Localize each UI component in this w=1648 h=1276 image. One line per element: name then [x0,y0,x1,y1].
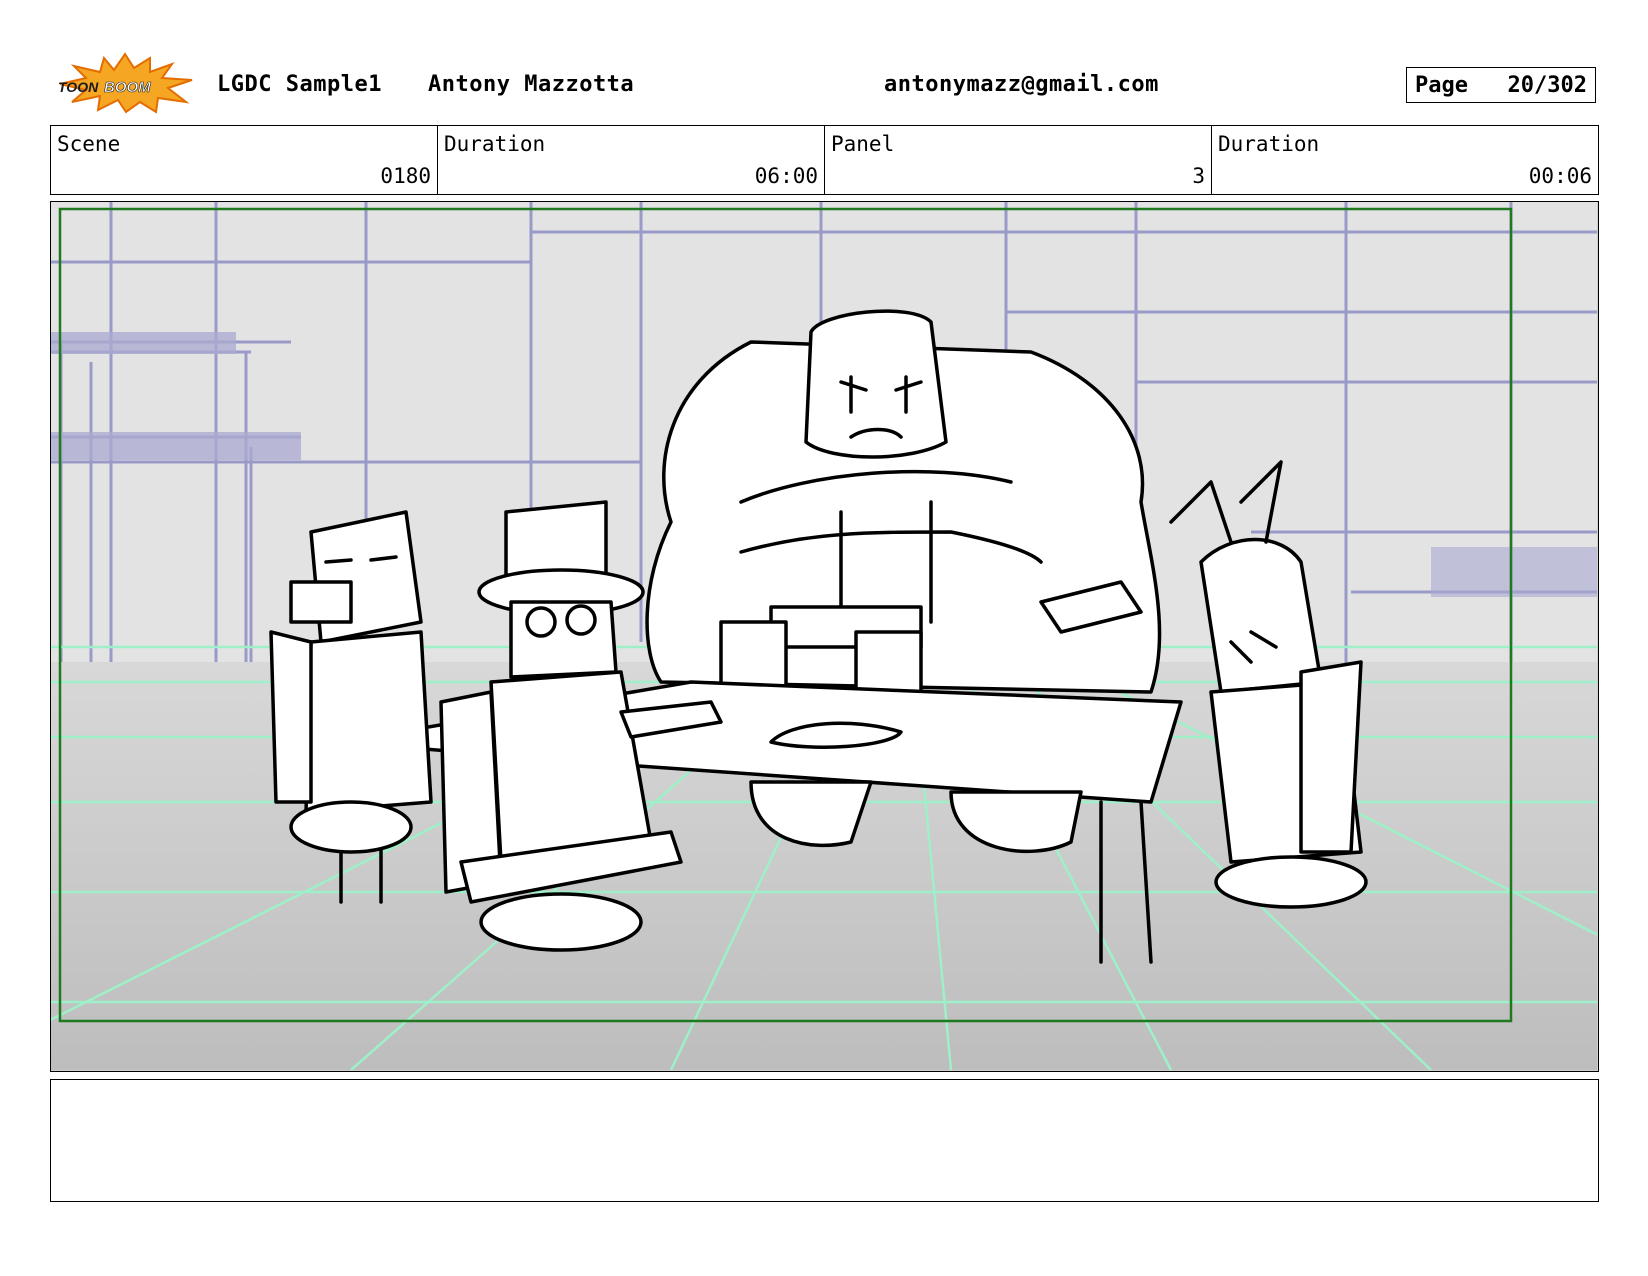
svg-text:TOON: TOON [58,79,99,95]
scene-cell: Scene 0180 [51,126,438,194]
panel-label: Panel [831,132,895,156]
scene-duration-value: 06:00 [754,164,818,188]
panel-duration-value: 00:06 [1528,164,1592,188]
panel-notes-box [50,1079,1599,1202]
panel-duration-label: Duration [1218,132,1320,156]
panel-duration-cell: Duration 00:06 [1212,126,1598,194]
scene-duration-label: Duration [444,132,546,156]
panel-cell: Panel 3 [825,126,1212,194]
scene-duration-cell: Duration 06:00 [438,126,825,194]
svg-text:BOOM: BOOM [104,79,151,96]
page-indicator: Page 20/302 [1406,67,1596,103]
storyboard-panel [50,201,1599,1072]
page-number: 20/302 [1507,72,1587,98]
panel-drawing [51,202,1597,1070]
scene-label: Scene [57,132,121,156]
author-name: Antony Mazzotta [428,72,635,97]
scene-info-table: Scene 0180 Duration 06:00 Panel 3 Durati… [50,125,1599,195]
panel-value: 3 [1192,164,1205,188]
project-title: LGDC Sample1 [217,72,382,97]
page-label: Page [1415,72,1468,98]
author-email: antonymazz@gmail.com [884,72,1159,97]
toonboom-logo: TOON BOOM [58,52,193,114]
scene-value: 0180 [380,164,431,188]
